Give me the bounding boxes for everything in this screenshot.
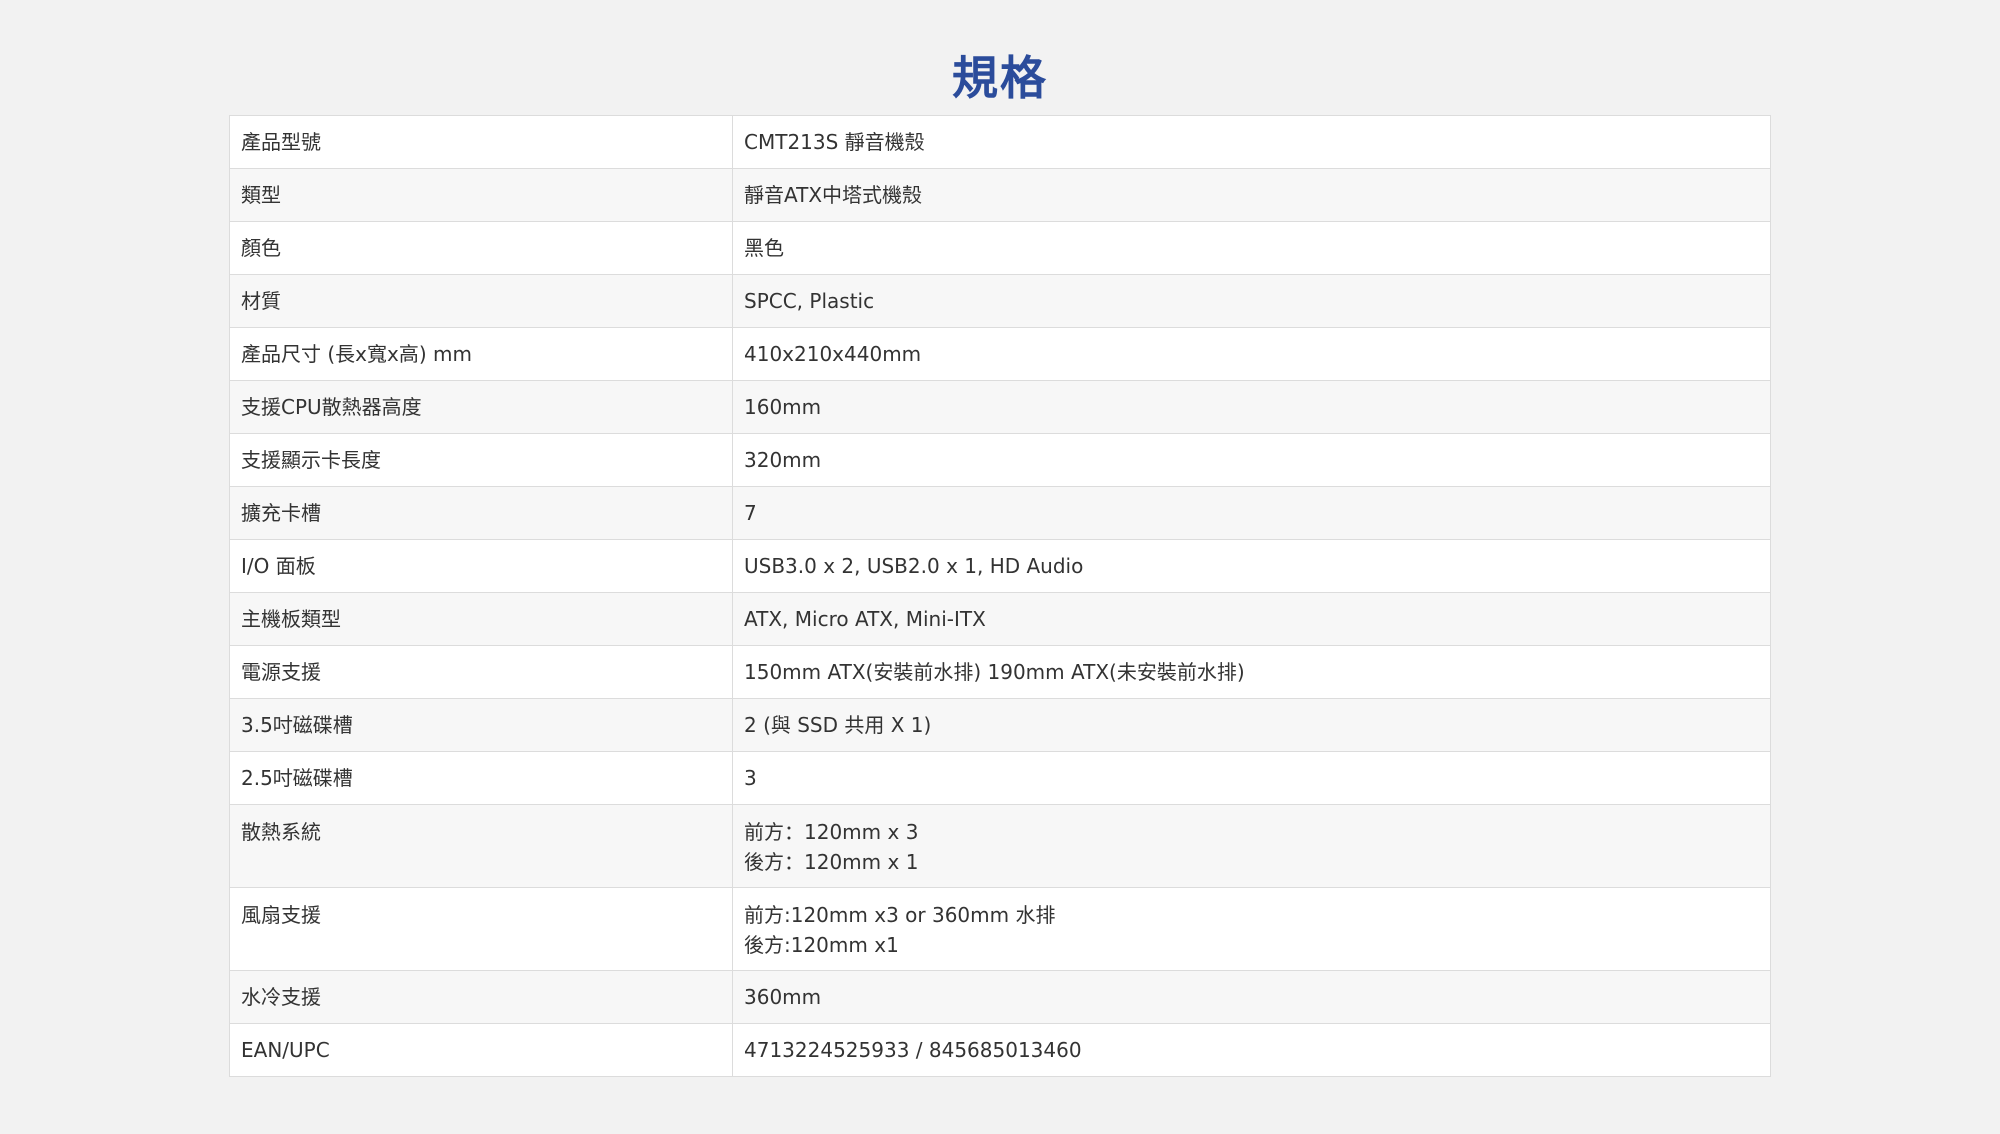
spec-row: 產品尺寸 (長x寬x高) mm 410x210x440mm [229,327,1771,381]
spec-label: 支援CPU散熱器高度 [229,380,733,434]
spec-value-line: 7 [744,501,757,525]
spec-row: 類型 靜音ATX中塔式機殼 [229,168,1771,222]
spec-label: 擴充卡槽 [229,486,733,540]
spec-value-line: 4713224525933 / 845685013460 [744,1038,1082,1062]
spec-value-line: 410x210x440mm [744,342,922,366]
spec-value-line: 靜音ATX中塔式機殼 [744,183,923,207]
spec-value-line: ATX, Micro ATX, Mini-ITX [744,607,986,631]
spec-label: 顏色 [229,221,733,275]
spec-row: 散熱系統 前方：120mm x 3 後方：120mm x 1 [229,804,1771,888]
spec-value-line: 黑色 [744,236,784,260]
spec-table: 產品型號 CMT213S 靜音機殼 類型 靜音ATX中塔式機殼 顏色 黑色 材質… [229,115,1771,1077]
spec-value: 前方：120mm x 3 後方：120mm x 1 [732,804,1771,888]
spec-value-line: 150mm ATX(安裝前水排) 190mm ATX(未安裝前水排) [744,660,1245,684]
spec-value-line: CMT213S 靜音機殼 [744,130,925,154]
spec-value-line: 2 (與 SSD 共用 X 1) [744,713,932,737]
spec-value: SPCC, Plastic [732,274,1771,328]
spec-row: 2.5吋磁碟槽 3 [229,751,1771,805]
spec-row: 風扇支援 前方:120mm x3 or 360mm 水排 後方:120mm x1 [229,887,1771,971]
spec-page: 規格 產品型號 CMT213S 靜音機殼 類型 靜音ATX中塔式機殼 顏色 黑色… [0,0,2000,1134]
spec-value: 2 (與 SSD 共用 X 1) [732,698,1771,752]
spec-row: 電源支援 150mm ATX(安裝前水排) 190mm ATX(未安裝前水排) [229,645,1771,699]
spec-value-line: 360mm [744,985,822,1009]
spec-value: 410x210x440mm [732,327,1771,381]
spec-row: 主機板類型 ATX, Micro ATX, Mini-ITX [229,592,1771,646]
spec-value: 靜音ATX中塔式機殼 [732,168,1771,222]
spec-label: 3.5吋磁碟槽 [229,698,733,752]
spec-row: 3.5吋磁碟槽 2 (與 SSD 共用 X 1) [229,698,1771,752]
spec-value-line: 160mm [744,395,822,419]
spec-value: CMT213S 靜音機殼 [732,115,1771,169]
spec-label: 2.5吋磁碟槽 [229,751,733,805]
page-title: 規格 [952,50,1048,105]
spec-value: ATX, Micro ATX, Mini-ITX [732,592,1771,646]
spec-table-body: 產品型號 CMT213S 靜音機殼 類型 靜音ATX中塔式機殼 顏色 黑色 材質… [229,115,1771,1077]
spec-row: 水冷支援 360mm [229,970,1771,1024]
spec-value-line: 後方：120mm x 1 [744,850,919,874]
spec-row: 擴充卡槽 7 [229,486,1771,540]
spec-row: EAN/UPC 4713224525933 / 845685013460 [229,1023,1771,1077]
spec-value-line: 前方:120mm x3 or 360mm 水排 [744,903,1056,927]
spec-label: 產品尺寸 (長x寬x高) mm [229,327,733,381]
spec-label: I/O 面板 [229,539,733,593]
spec-value: 160mm [732,380,1771,434]
spec-value: 360mm [732,970,1771,1024]
spec-row: 顏色 黑色 [229,221,1771,275]
spec-label: 電源支援 [229,645,733,699]
spec-label: 散熱系統 [229,804,733,888]
spec-value-line: SPCC, Plastic [744,289,875,313]
spec-label: 支援顯示卡長度 [229,433,733,487]
spec-label: 水冷支援 [229,970,733,1024]
spec-value-line: 前方：120mm x 3 [744,820,919,844]
spec-value: 4713224525933 / 845685013460 [732,1023,1771,1077]
spec-value: USB3.0 x 2, USB2.0 x 1, HD Audio [732,539,1771,593]
spec-row: 材質 SPCC, Plastic [229,274,1771,328]
spec-row: 產品型號 CMT213S 靜音機殼 [229,115,1771,169]
spec-value-line: USB3.0 x 2, USB2.0 x 1, HD Audio [744,554,1084,578]
spec-value-line: 320mm [744,448,822,472]
spec-row: 支援顯示卡長度 320mm [229,433,1771,487]
spec-value: 黑色 [732,221,1771,275]
spec-label: 產品型號 [229,115,733,169]
spec-value: 3 [732,751,1771,805]
spec-row: 支援CPU散熱器高度 160mm [229,380,1771,434]
spec-label: 主機板類型 [229,592,733,646]
spec-label: 材質 [229,274,733,328]
spec-value: 150mm ATX(安裝前水排) 190mm ATX(未安裝前水排) [732,645,1771,699]
spec-value: 前方:120mm x3 or 360mm 水排 後方:120mm x1 [732,887,1771,971]
spec-value: 320mm [732,433,1771,487]
spec-row: I/O 面板 USB3.0 x 2, USB2.0 x 1, HD Audio [229,539,1771,593]
spec-value: 7 [732,486,1771,540]
spec-value-line: 後方:120mm x1 [744,933,899,957]
spec-label: EAN/UPC [229,1023,733,1077]
spec-value-line: 3 [744,766,757,790]
spec-label: 風扇支援 [229,887,733,971]
spec-label: 類型 [229,168,733,222]
